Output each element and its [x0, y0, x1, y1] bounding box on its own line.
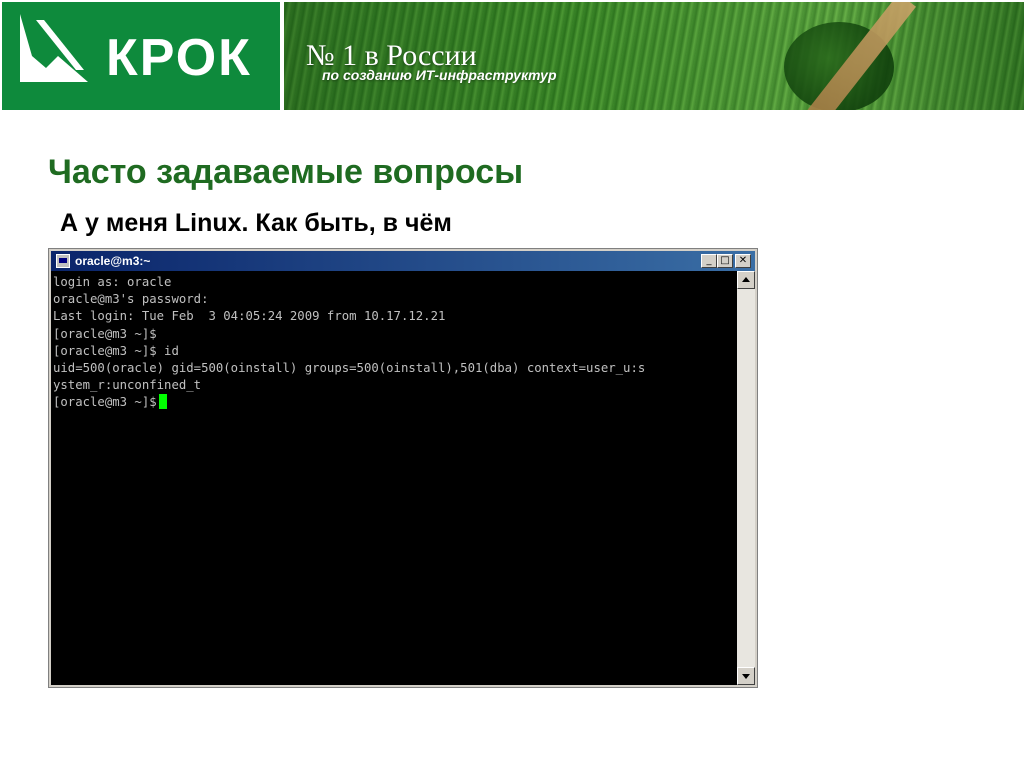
terminal-line: login as: oracle [53, 275, 172, 289]
slogan-sub: по созданию ИТ-инфраструктур [322, 67, 557, 83]
logo-text: КРОК [106, 29, 252, 87]
terminal-line: [oracle@m3 ~]$ [53, 326, 157, 341]
terminal-window: oracle@m3:~ _ □ ✕ login as: oracle oracl… [48, 248, 758, 688]
company-logo: КРОК [2, 2, 280, 110]
terminal-line: oracle@m3's password: [53, 292, 209, 307]
terminal-line: Last login: Tue Feb 3 04:05:24 2009 from… [53, 309, 446, 324]
terminal-line: uid=500(oracle) gid=500(oinstall) groups… [53, 361, 646, 376]
minimize-button[interactable]: _ [701, 254, 717, 268]
terminal-app-icon[interactable] [56, 254, 70, 268]
terminal-title: oracle@m3:~ [75, 254, 151, 268]
scroll-down-arrow-icon[interactable] [737, 667, 755, 685]
terminal-prompt: [oracle@m3 ~]$ [53, 395, 157, 410]
page-title: Часто задаваемые вопросы [48, 153, 524, 191]
terminal-titlebar[interactable]: oracle@m3:~ _ □ ✕ [51, 251, 755, 271]
logo-wing-icon [20, 14, 88, 82]
question-text: А у меня Linux. Как быть, в чём разница? [60, 209, 452, 242]
terminal-prompt-line: [oracle@m3 ~]$ [51, 394, 645, 411]
header-photo: № 1 в России по созданию ИТ-инфраструкту… [284, 2, 1024, 110]
terminal-screen[interactable]: login as: oracle oracle@m3's password: L… [51, 271, 737, 685]
terminal-cursor [158, 394, 167, 410]
vertical-scrollbar[interactable] [737, 271, 755, 685]
scroll-up-arrow-icon[interactable] [737, 271, 755, 289]
maximize-button[interactable]: □ [717, 254, 733, 268]
terminal-line: [oracle@m3 ~]$ id [53, 343, 179, 358]
close-button[interactable]: ✕ [735, 254, 751, 268]
header-banner: КРОК № 1 в России по созданию ИТ-инфраст… [0, 0, 1024, 112]
terminal-line: ystem_r:unconfined_t [53, 378, 202, 393]
